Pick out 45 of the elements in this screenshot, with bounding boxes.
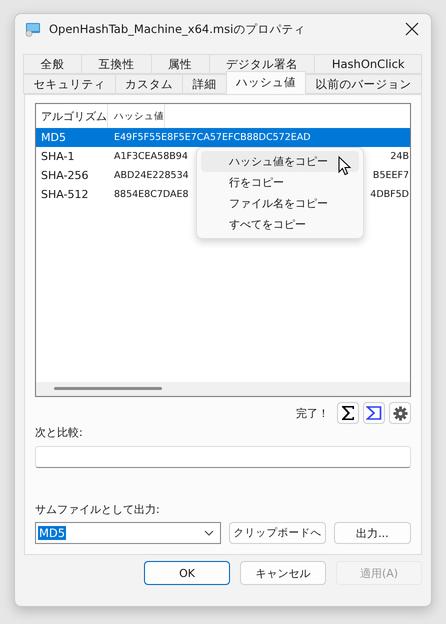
settings-button[interactable] xyxy=(389,402,411,424)
hash-cell: 4DBF5D xyxy=(370,189,410,200)
hash-cell-text: E49F5F55E8F5E7CA57EFCB88DC572EAD xyxy=(113,132,311,143)
compare-field[interactable] xyxy=(35,446,411,468)
tab[interactable]: ハッシュ値 xyxy=(226,71,306,94)
installer-icon xyxy=(25,21,41,37)
algorithm-cell[interactable]: MD5 xyxy=(36,131,108,144)
window-title: OpenHashTab_Machine_x64.msiのプロパティ xyxy=(49,22,306,36)
dialog-button[interactable]: OK xyxy=(144,561,230,585)
tab[interactable]: カスタム xyxy=(114,74,184,94)
hash-cell-text: ABD24E228534 xyxy=(113,170,189,181)
status-text: 完了！ xyxy=(296,406,329,420)
menu-item[interactable]: 行をコピー xyxy=(201,172,359,193)
menu-item[interactable]: ハッシュ値をコピー xyxy=(201,151,359,172)
tab[interactable]: 以前のバージョン xyxy=(305,74,422,94)
algorithm-cell[interactable]: SHA-512 xyxy=(36,188,108,201)
chevron-down-icon xyxy=(204,530,214,536)
tab[interactable]: 全般 xyxy=(23,54,82,74)
cursor-icon xyxy=(338,156,352,176)
tab[interactable]: 互換性 xyxy=(80,54,152,74)
sigma-icon xyxy=(340,405,356,421)
tab[interactable]: HashOnClick xyxy=(314,54,422,74)
dialog-button[interactable]: キャンセル xyxy=(240,561,326,585)
hash-cell: B5EEF7 xyxy=(372,170,410,181)
algorithm-cell[interactable]: SHA-1 xyxy=(36,150,108,163)
menu-item[interactable]: すべてをコピー xyxy=(201,214,359,235)
algorithm-cell[interactable]: SHA-256 xyxy=(36,169,108,182)
compare-label: 次と比較: xyxy=(35,425,84,440)
tab[interactable]: 属性 xyxy=(150,54,210,74)
export-button[interactable]: 出力... xyxy=(334,522,411,544)
close-icon[interactable] xyxy=(405,22,419,36)
sigma-button[interactable] xyxy=(337,402,359,424)
tab[interactable]: 詳細 xyxy=(182,74,227,94)
compare-button[interactable] xyxy=(363,402,385,424)
tab[interactable]: セキュリティ xyxy=(23,74,116,94)
clipboard-button[interactable]: クリップボードへ xyxy=(228,522,326,544)
sigma-outline-icon xyxy=(366,405,382,421)
hash-cell: 24B xyxy=(390,151,410,162)
format-dropdown[interactable]: MD5 xyxy=(35,522,221,544)
settings-icon xyxy=(392,406,408,420)
hash-cell-text: A1F3CEA58B94 xyxy=(113,151,188,162)
scrollbar-thumb[interactable] xyxy=(54,387,162,390)
export-label: サムファイルとして出力: xyxy=(35,502,161,517)
hash-cell-text: 8854E8C7DAE8 xyxy=(113,189,189,200)
menu-item[interactable]: ファイル名をコピー xyxy=(201,193,359,214)
